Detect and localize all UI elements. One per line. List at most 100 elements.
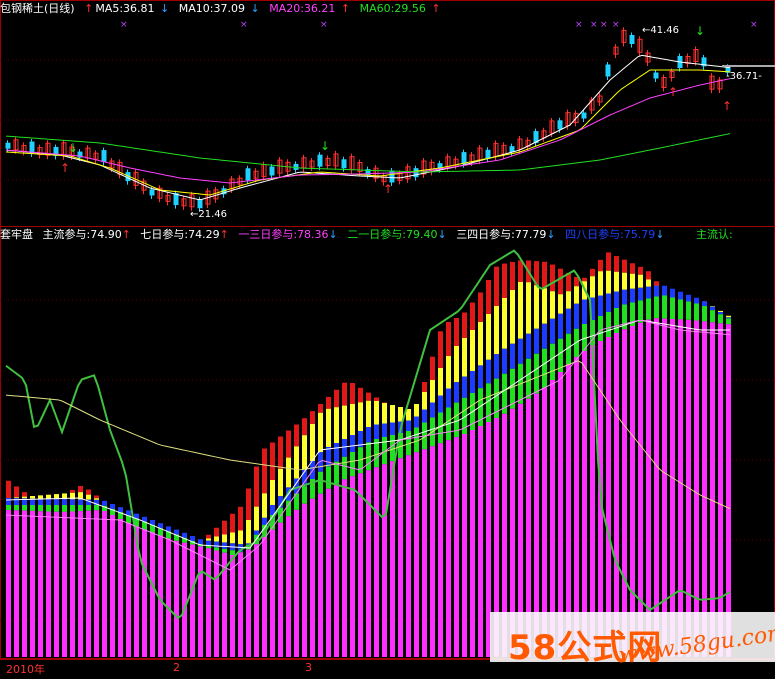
indicator-bar-segment [470, 302, 475, 330]
indicator-bar-segment [454, 382, 459, 403]
indicator-bar-segment [678, 299, 683, 320]
indicator-bar-segment [422, 409, 427, 423]
indicator-bar-segment [694, 320, 699, 657]
indicator-bar-segment [518, 260, 523, 282]
indicator-bar-segment [310, 411, 315, 424]
indicator-bar-segment [70, 511, 75, 657]
indicator-bar-segment [374, 424, 379, 439]
candle-body [101, 150, 107, 163]
indicator-bar-segment [342, 405, 347, 439]
indicator-bar-segment [190, 536, 195, 541]
indicator-bar-segment [710, 310, 715, 323]
indicator-bar-segment [414, 452, 419, 657]
ma60-label: MA60:29.56 [359, 2, 426, 15]
indicator-bar-segment [430, 356, 435, 380]
indicator-bar-segment [102, 511, 107, 657]
indicator-bar-segment [334, 407, 339, 443]
indicator-bar-segment [254, 506, 259, 531]
indicator-bar-segment [174, 540, 179, 657]
indicator-bar-segment [54, 511, 59, 657]
indicator-bar-segment [670, 297, 675, 319]
indicator-bar-segment [334, 483, 339, 657]
indicator-bar-segment [150, 532, 155, 657]
indicator-bar-segment [14, 486, 19, 498]
indicator-bar-segment [270, 442, 275, 480]
indicator-bar-segment [302, 503, 307, 657]
indicator-bar-segment [678, 319, 683, 657]
indicator-bar-segment [382, 464, 387, 657]
high-price-value: 41.46 [650, 25, 680, 36]
indicator-bar-segment [454, 437, 459, 657]
indicator-bar-segment [406, 420, 411, 431]
indicator-bar-segment [350, 383, 355, 404]
indicator-bar-segment [174, 529, 179, 535]
candle-body [317, 154, 323, 167]
three-four-day-label: 三四日参与:77.79 [456, 228, 547, 241]
indicator-bar-segment [422, 392, 427, 410]
indicator-bar-segment [102, 500, 107, 506]
indicator-bar-segment [358, 387, 363, 403]
indicator-bar-segment [486, 280, 491, 314]
indicator-bar-segment [214, 536, 219, 542]
indicator-bar-segment [550, 318, 555, 344]
indicator-bar-segment [190, 544, 195, 657]
indicator-bar-segment [238, 552, 243, 657]
indicator-bar-segment [62, 499, 67, 505]
indicator-bar-segment [598, 316, 603, 341]
indicator-bar-segment [638, 300, 643, 323]
indicator-bar-segment [70, 505, 75, 512]
ma20-label: MA20:36.21 [269, 2, 336, 15]
indicator-bar-segment [502, 348, 507, 374]
sell-signal-icon: ↓ [320, 139, 330, 153]
indicator-bar-segment [326, 466, 331, 489]
indicator-bar-segment [350, 404, 355, 435]
ma5-label: MA5:36.81 [95, 2, 155, 15]
indicator-bar-segment [702, 301, 707, 307]
indicator-bar-segment [262, 536, 267, 657]
indicator-bar-segment [662, 285, 667, 296]
buy-signal-icon: ↑ [60, 161, 70, 175]
indicator-bar-segment [182, 532, 187, 538]
indicator-bar-segment [78, 505, 83, 512]
indicator-bar-segment [486, 314, 491, 360]
indicator-bar-segment [206, 534, 211, 539]
indicator-bar-segment [606, 270, 611, 294]
chart-canvas[interactable]: ↓ ↓↓↑↑↑↑× × × × × × × × [0, 0, 775, 679]
indicator-bar-segment [230, 532, 235, 544]
indicator-bar-segment [622, 259, 627, 273]
indicator-bar-segment [686, 301, 691, 320]
indicator-bar-segment [230, 555, 235, 657]
stock-title[interactable]: 包钢稀土(日线) [0, 0, 75, 18]
indicator-bar-segment [542, 261, 547, 289]
indicator-bar-segment [550, 343, 555, 380]
indicator-bar-segment [294, 424, 299, 447]
confirm-label: 主流认: [696, 228, 733, 241]
indicator-bar-segment [654, 281, 659, 286]
indicator-bar-segment [638, 287, 643, 301]
indicator-bar-segment [558, 294, 563, 314]
indicator-bar-segment [694, 297, 699, 304]
indicator-bar-segment [494, 266, 499, 306]
indicator-bar-segment [510, 262, 515, 290]
indicator-bar-segment [38, 498, 43, 505]
indicator-bar-segment [494, 306, 499, 355]
indicator-name[interactable]: 套牢盘 [0, 226, 33, 244]
indicator-bar-segment [550, 291, 555, 319]
indicator-bar-segment [446, 356, 451, 389]
sell-signal-icon: ↓ [695, 24, 705, 38]
indicator-bar-segment [14, 505, 19, 511]
indicator-bar-segment [670, 288, 675, 298]
indicator-bar-segment [534, 353, 539, 394]
arrow-down-icon: ↓ [328, 228, 338, 241]
indicator-bar-segment [542, 348, 547, 388]
x-axis-label-mar: 3 [305, 661, 312, 674]
indicator-bar-segment [86, 494, 91, 500]
arrow-up-icon: ↑ [431, 2, 441, 15]
indicator-bar-segment [630, 263, 635, 274]
indicator-bar-segment [38, 495, 43, 499]
indicator-bar-segment [302, 486, 307, 504]
indicator-bar-segment [590, 268, 595, 277]
indicator-bar-segment [462, 376, 467, 398]
indicator-bar-segment [22, 510, 27, 657]
indicator-bar-segment [414, 404, 419, 417]
